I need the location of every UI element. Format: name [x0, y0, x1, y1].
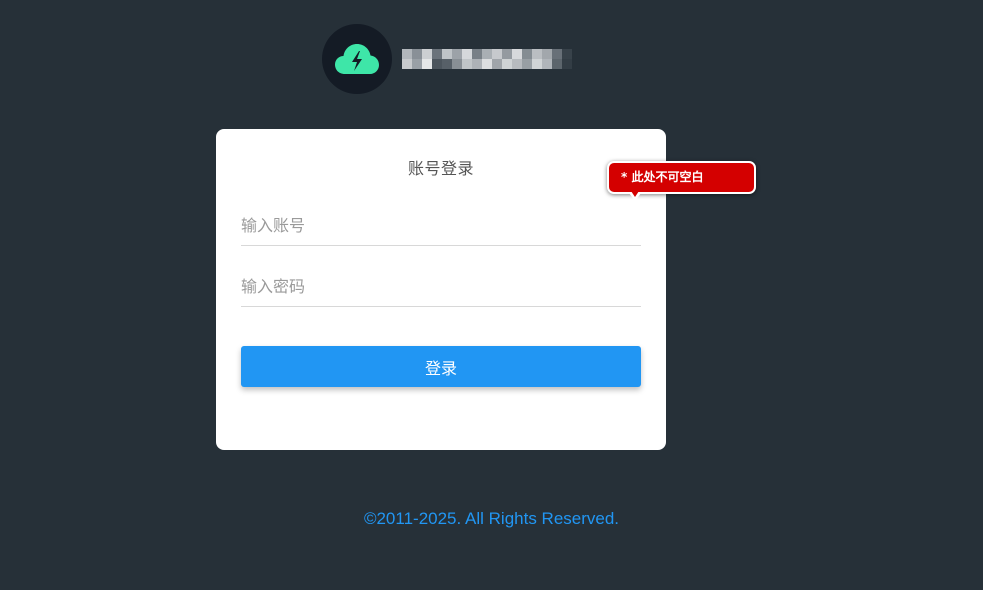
brand	[322, 24, 572, 94]
cloud-lightning-icon	[335, 44, 379, 74]
login-page: 账号登录 登录 * 此处不可空白 ©2011-2025. All Rights …	[0, 0, 983, 590]
validation-tooltip: * 此处不可空白	[607, 161, 756, 201]
brand-name-pixelated	[402, 49, 572, 69]
login-title: 账号登录	[407, 159, 474, 178]
login-card: 账号登录 登录	[216, 129, 666, 450]
logo	[322, 24, 392, 94]
login-button[interactable]: 登录	[241, 346, 641, 387]
password-input[interactable]	[241, 267, 641, 307]
account-input[interactable]	[241, 206, 641, 246]
tooltip-arrow	[629, 191, 641, 201]
validation-message: * 此处不可空白	[621, 170, 704, 184]
footer-copyright: ©2011-2025. All Rights Reserved.	[363, 509, 620, 528]
